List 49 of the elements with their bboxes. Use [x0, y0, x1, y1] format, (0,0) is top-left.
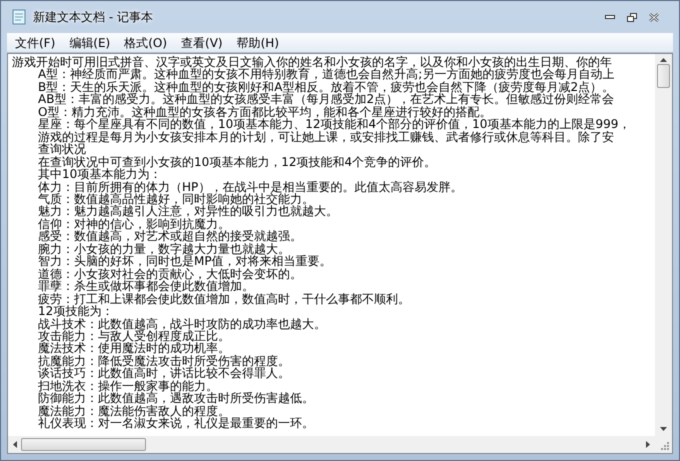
text-line: AB型：丰富的感受力。这种血型的女孩感受丰富（每月感受加2点），在艺术上有专长。但敏感过份则经常会: [38, 93, 614, 106]
scroll-left-icon[interactable]: [13, 441, 17, 448]
window-title: 新建文本文档 - 记事本: [33, 9, 153, 26]
minimize-icon[interactable]: [605, 15, 615, 19]
text-line: 抗魔能力：降低受魔法攻击时所受伤害的程度。: [38, 354, 290, 368]
horizontal-scrollbar[interactable]: [8, 436, 655, 453]
text-line: 疲劳：打工和上课都会使此数值增加，数值高时，干什么事都不顺利。: [38, 292, 410, 306]
text-line: O型：精力充沛。这种血型的女孩各方面都比较平均，能和各个星座进行较好的搭配。: [38, 106, 492, 118]
text-line: 防御能力：此数值越高，遇敌攻击时所受伤害越低。: [38, 392, 314, 405]
text-line: 礼仪表现：对一名淑女来说，礼仪是最重要的一环。: [38, 417, 314, 430]
menu-item[interactable]: 文件(F): [9, 34, 62, 52]
resize-grip-icon[interactable]: [661, 442, 670, 451]
close-icon[interactable]: [649, 12, 659, 22]
text-line: 魔法能力：魔法能伤害敌人的程度。: [38, 404, 230, 418]
text-line: 气质：数值越高品性越好，同时影响她的社交能力。: [38, 192, 314, 206]
menu-item[interactable]: 帮助(H): [230, 34, 285, 52]
text-line: 攻击能力：与敌人受创程度成正比。: [38, 330, 230, 342]
scrollbar-thumb[interactable]: [21, 438, 146, 451]
text-line: 游戏开始时可用旧式拼音、汉字或英文及日文输入你的姓名和小女孩的名字，以及你和小女孩的出生日期、你的年: [12, 56, 612, 68]
text-line: 12项技能为：: [38, 305, 114, 318]
menu-item[interactable]: 编辑(E): [63, 34, 116, 52]
text-line: 游戏的过程是每月为小女孩安排本月的计划，可让她上课，或安排找工赚钱、武者修行或休息等科目。除了安: [38, 130, 614, 144]
text-line: 其中10项基本能力为：: [38, 168, 162, 181]
text-line: 魔法技术：使用魔法时的成功机率。: [38, 342, 230, 355]
text-line: 智力：头脑的好坏，同时也是MP值，对将来相当重要。: [38, 255, 332, 268]
text-line: 查询状况: [38, 143, 86, 156]
text-line: 道德：小女孩对社会的贡献心，大低时会变坏的。: [38, 268, 302, 280]
text-line: 罪孽：杀生或做坏事都会使此数值增加。: [38, 280, 254, 293]
scroll-up-icon[interactable]: [660, 58, 667, 62]
text-line: 体力：目前所拥有的体力（HP），在战斗中是相当重要的。此值太高容易发胖。: [38, 180, 462, 193]
scrollbar-thumb[interactable]: [657, 64, 670, 88]
text-line: A型：神经质而严肃。这种血型的女孩不用特别教育，道德也会自然升高;另一方面她的疲劳度也会每月自动上: [38, 68, 614, 81]
text-line: 在查询状况中可查到小女孩的10项基本能力，12项技能和4个竞争的评价。: [38, 156, 436, 168]
vertical-scrollbar[interactable]: [655, 54, 672, 436]
scroll-right-icon[interactable]: [646, 441, 650, 448]
text-line: 谈话技巧：此数值高时，讲话比较不会得罪人。: [38, 367, 290, 380]
menu-item[interactable]: 查看(V): [175, 34, 229, 52]
text-line: 战斗技术：此数值越高，战斗时攻防的成功率也越大。: [38, 318, 326, 330]
menu-item[interactable]: 格式(O): [118, 34, 174, 52]
text-line: 星座：每个星座具有不同的数值，10项基本能力、12项技能和4个部分的评价值，10项基本能力的上限是999，: [38, 118, 630, 131]
text-line: 信仰：对神的信心，影响到抗魔力。: [38, 218, 230, 230]
text-line: B型：天生的乐天派。这种血型的女孩刚好和A型相反。放着不管，疲劳也会自然下降（疲劳度每月减2点）。: [38, 80, 614, 94]
text-line: 魅力：魅力越高越引人注意，对异性的吸引力也就越大。: [38, 205, 338, 218]
text-line: 感受：数值越高，对艺术或超自然的接受就越强。: [38, 230, 302, 243]
scroll-down-icon[interactable]: [660, 427, 667, 431]
restore-icon[interactable]: [627, 12, 637, 22]
notepad-icon: [11, 9, 27, 25]
text-line: 腕力：小女孩的力量，数字越大力量也就越大。: [38, 242, 290, 256]
text-line: 扫地洗衣：操作一般家事的能力。: [38, 380, 218, 392]
